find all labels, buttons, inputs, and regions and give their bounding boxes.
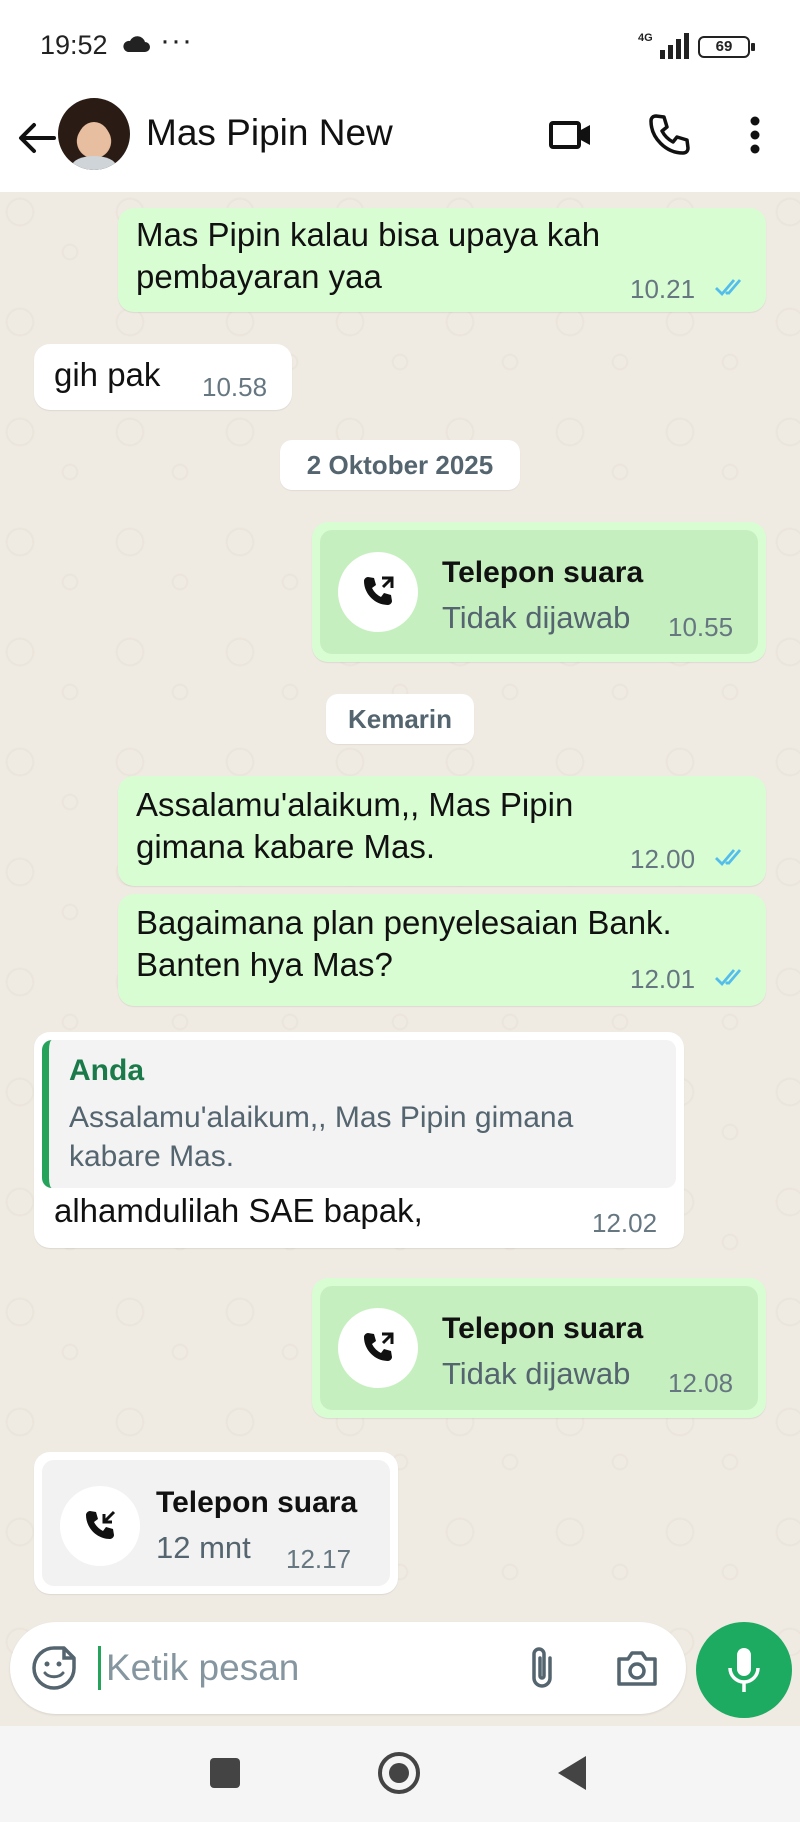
back-button[interactable]: [558, 1756, 586, 1790]
network-type: 4G: [638, 32, 653, 44]
more-icon[interactable]: [740, 112, 770, 158]
battery-indicator: 69: [698, 36, 755, 58]
camera-icon[interactable]: [614, 1646, 660, 1690]
message-time: 10.55: [668, 612, 734, 642]
emoji-icon[interactable]: [30, 1644, 78, 1692]
signal-icon: 4G: [638, 32, 689, 59]
message-outgoing[interactable]: Assalamu'alaikum,, Mas Pipin gimana kaba…: [118, 776, 766, 886]
message-incoming-reply[interactable]: Anda Assalamu'alaikum,, Mas Pipin gimana…: [34, 1032, 684, 1248]
video-call-icon[interactable]: [548, 112, 594, 158]
mic-icon: [728, 1648, 760, 1692]
attach-icon[interactable]: [520, 1644, 566, 1692]
message-incoming[interactable]: gih pak 10.58: [34, 344, 292, 410]
message-time: 12.01: [630, 964, 696, 994]
message-time: 12.17: [286, 1544, 352, 1574]
call-icon-badge: [60, 1486, 140, 1566]
chat-header: Mas Pipin New: [0, 92, 800, 192]
quote-text-line: kabare Mas.: [69, 1140, 235, 1173]
incoming-call-icon: [86, 1510, 116, 1539]
text-cursor: [98, 1646, 101, 1690]
quote-text: Assalamu'alaikum,, Mas Pipin gimana kaba…: [69, 1098, 669, 1176]
home-button[interactable]: [378, 1752, 420, 1794]
message-text: pembayaran yaa: [136, 258, 382, 295]
read-ticks-icon: [715, 849, 742, 867]
message-outgoing-call[interactable]: Telepon suara Tidak dijawab 10.55: [312, 522, 766, 662]
contact-name[interactable]: Mas Pipin New: [146, 112, 393, 154]
message-text: Mas Pipin kalau bisa upaya kah: [136, 216, 601, 253]
chat-area[interactable]: Mas Pipin kalau bisa upaya kah pembayara…: [0, 192, 800, 1726]
message-text: gimana kabare Mas.: [136, 828, 435, 865]
recents-button[interactable]: [210, 1758, 240, 1788]
call-title: Telepon suara: [442, 1312, 644, 1345]
message-incoming-call[interactable]: Telepon suara 12 mnt 12.17: [34, 1452, 398, 1594]
message-composer: [10, 1622, 686, 1714]
message-outgoing-call[interactable]: Telepon suara Tidak dijawab 12.08: [312, 1278, 766, 1418]
call-status: Tidak dijawab: [442, 600, 631, 635]
quoted-message[interactable]: Anda Assalamu'alaikum,, Mas Pipin gimana…: [42, 1040, 676, 1188]
call-card[interactable]: Telepon suara 12 mnt 12.17: [42, 1460, 390, 1586]
call-status: 12 mnt: [156, 1530, 251, 1565]
system-nav-bar: [0, 1726, 800, 1822]
status-time: 19:52: [40, 30, 108, 60]
call-icon-badge: [338, 552, 418, 632]
voice-call-icon[interactable]: [646, 112, 692, 158]
back-arrow-icon[interactable]: [14, 116, 58, 160]
message-outgoing[interactable]: Mas Pipin kalau bisa upaya kah pembayara…: [118, 208, 766, 312]
call-card[interactable]: Telepon suara Tidak dijawab 12.08: [320, 1286, 758, 1410]
date-separator: 2 Oktober 2025: [280, 440, 520, 490]
message-time: 10.21: [630, 274, 696, 304]
call-title: Telepon suara: [156, 1486, 358, 1519]
message-time: 10.58: [202, 372, 268, 402]
date-separator: Kemarin: [326, 694, 474, 744]
message-text: Bagaimana plan penyelesaian Bank.: [136, 904, 672, 941]
quote-author: Anda: [69, 1054, 144, 1087]
avatar[interactable]: [58, 98, 130, 170]
cloud-icon: [123, 36, 150, 52]
missed-call-icon: [364, 1332, 394, 1361]
message-text: Banten hya Mas?: [136, 946, 393, 983]
status-bar: 19:52 ··· 4G 69: [0, 0, 800, 92]
message-text: alhamdulilah SAE bapak,: [54, 1192, 423, 1229]
message-input[interactable]: [106, 1640, 406, 1696]
message-text: Assalamu'alaikum,, Mas Pipin: [136, 786, 574, 823]
message-outgoing[interactable]: Bagaimana plan penyelesaian Bank. Banten…: [118, 894, 766, 1006]
call-status: Tidak dijawab: [442, 1356, 631, 1391]
call-card[interactable]: Telepon suara Tidak dijawab 10.55: [320, 530, 758, 654]
message-time: 12.08: [668, 1368, 734, 1398]
missed-call-icon: [364, 576, 394, 605]
status-dots: ···: [160, 24, 193, 57]
call-icon-badge: [338, 1308, 418, 1388]
quote-text-line: Assalamu'alaikum,, Mas Pipin gimana: [69, 1101, 574, 1134]
read-ticks-icon: [715, 969, 742, 987]
call-title: Telepon suara: [442, 556, 644, 589]
message-text: gih pak: [54, 356, 161, 393]
message-time: 12.00: [630, 844, 696, 874]
read-ticks-icon: [715, 279, 742, 297]
message-time: 12.02: [592, 1208, 658, 1238]
mic-button[interactable]: [696, 1622, 792, 1718]
